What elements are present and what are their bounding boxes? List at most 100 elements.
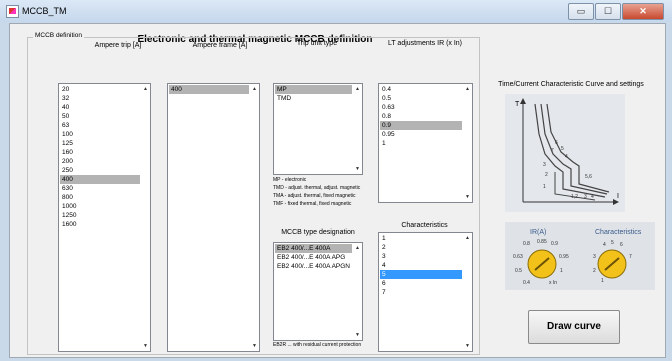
dial-char-mark: 5 [611,240,614,246]
scrollbar[interactable]: ▲ ▼ [250,84,259,351]
list-item[interactable]: 1250 [60,211,140,220]
list-item[interactable]: EB2 400/...E 400A APG [275,253,352,262]
scroll-up-icon[interactable]: ▲ [465,235,470,241]
settings-dials-image: IR(A) Characteristics 0.8 0.85 0.9 0.63 … [505,222,655,290]
dial-char-mark: 7 [629,254,632,260]
dial-char-mark: 4 [603,242,606,248]
scroll-down-icon[interactable]: ▼ [143,343,148,349]
list-item[interactable]: 100 [60,130,140,139]
note-line: TMF - fixed thermal, fixed magnetic [273,201,352,207]
curve-label: 1 [543,184,546,190]
draw-curve-button[interactable]: Draw curve [528,310,620,344]
scroll-up-icon[interactable]: ▲ [355,245,360,251]
curve-label: 3 [543,162,546,168]
curve-label: 2 [545,172,548,178]
scrollbar[interactable]: ▲ ▼ [463,233,472,351]
list-item[interactable]: EB2 400/...E 400A APGN [275,262,352,271]
list-item[interactable]: 3 [380,252,462,261]
time-current-curve-image: T I 7 6 5 4 3 2 1 5,6 1,2 3 4 [505,94,625,212]
maximize-button[interactable]: ☐ [595,3,621,20]
scroll-down-icon[interactable]: ▼ [355,166,360,172]
dial-ir-mark: x In [549,280,557,286]
list-item[interactable]: 20 [60,85,140,94]
scroll-down-icon[interactable]: ▼ [465,194,470,200]
list-item[interactable]: 1000 [60,202,140,211]
list-item[interactable]: 0.63 [380,103,462,112]
list-item[interactable]: 7 [380,288,462,297]
list-item[interactable]: 50 [60,112,140,121]
trip-unit-listbox[interactable]: MP TMD ▲ ▼ [273,83,363,175]
list-item[interactable]: 0.95 [380,130,462,139]
dial-ir-mark: 0.95 [559,254,569,260]
dial-ir-mark: 0.4 [523,280,530,286]
lt-adjustments-listbox[interactable]: 0.4 0.5 0.63 0.8 0.9 0.95 1 ▲ ▼ [378,83,473,203]
scroll-up-icon[interactable]: ▲ [355,86,360,92]
scroll-down-icon[interactable]: ▼ [465,343,470,349]
curve-label: 7 [551,148,554,154]
note-line: TMA - adjust. thermal, fixed magnetic [273,193,356,199]
characteristics-listbox[interactable]: 1234567 ▲ ▼ [378,232,473,352]
scroll-up-icon[interactable]: ▲ [143,86,148,92]
list-item[interactable]: 6 [380,279,462,288]
ampere-frame-label: Ampere frame [A] [192,42,248,49]
dial-ir-mark: 0.63 [513,254,523,260]
list-item[interactable]: 1 [380,234,462,243]
list-item[interactable]: 32 [60,94,140,103]
list-item[interactable]: MP [275,85,352,94]
scrollbar[interactable]: ▲ ▼ [463,84,472,202]
dial-char-mark: 6 [620,242,623,248]
list-item[interactable]: 160 [60,148,140,157]
ampere-frame-listbox[interactable]: 400 ▲ ▼ [167,83,260,352]
list-item[interactable]: EB2 400/...E 400A [275,244,352,253]
note-line: TMD - adjust. thermal, adjust. magnetic [273,185,361,191]
scroll-up-icon[interactable]: ▲ [252,86,257,92]
list-item[interactable]: 200 [60,157,140,166]
list-item[interactable]: 0.4 [380,85,462,94]
list-item[interactable]: 400 [169,85,249,94]
dial-ir-mark: 0.9 [551,241,558,247]
ampere-trip-listbox[interactable]: 20 32 40 50 63 100 125 160 200 250 400 630 800 1000 12… [58,83,151,352]
list-item[interactable]: 630 [60,184,140,193]
scrollbar[interactable]: ▲ ▼ [353,84,362,174]
list-item[interactable]: 4 [380,261,462,270]
mccb-type-note: EB2R ... with residual current protectio… [273,342,362,348]
axis-t-label: T [515,101,520,108]
list-item[interactable]: 63 [60,121,140,130]
minimize-button[interactable]: ▭ [568,3,594,20]
scroll-up-icon[interactable]: ▲ [465,86,470,92]
list-item[interactable]: 1600 [60,220,140,229]
list-item[interactable]: 800 [60,193,140,202]
curve-label: 5,6 [585,174,592,180]
scrollbar[interactable]: ▲ ▼ [141,84,150,351]
title-bar: MCCB_TM ▭ ☐ ✕ [0,0,672,22]
characteristics-label: Characteristics [401,222,448,229]
trip-unit-label: Trip unit type [296,40,338,47]
curve-label: 1,2 [571,194,578,200]
scroll-down-icon[interactable]: ▼ [355,332,360,338]
trip-unit-notes: MP - electronic TMD - adjust. thermal, a… [273,176,383,208]
close-button[interactable]: ✕ [622,3,664,20]
list-item[interactable]: 0.8 [380,112,462,121]
dial-ir-mark: 1 [560,268,563,274]
list-item[interactable]: 0.5 [380,94,462,103]
list-item[interactable]: 0.9 [380,121,462,130]
list-item[interactable]: 2 [380,243,462,252]
scroll-down-icon[interactable]: ▼ [252,343,257,349]
list-item[interactable]: 125 [60,139,140,148]
list-item[interactable]: 5 [380,270,462,279]
app-icon [6,5,19,18]
list-item[interactable]: TMD [275,94,352,103]
dial-ir-mark: 0.5 [515,268,522,274]
dial-ir-label: IR(A) [530,229,546,236]
list-item[interactable]: 40 [60,103,140,112]
dial-characteristics-label: Characteristics [595,229,642,236]
scrollbar[interactable]: ▲ ▼ [353,243,362,340]
curve-label: 6 [555,140,558,146]
axis-i-label: I [617,193,619,200]
list-item[interactable]: 1 [380,139,462,148]
list-item[interactable]: 400 [60,175,140,184]
curve-label: 3 [584,194,587,200]
lt-adjustments-label: LT adjustments IR (x In) [387,40,463,47]
list-item[interactable]: 250 [60,166,140,175]
mccb-type-listbox[interactable]: EB2 400/...E 400A EB2 400/...E 400A APG EB… [273,242,363,341]
